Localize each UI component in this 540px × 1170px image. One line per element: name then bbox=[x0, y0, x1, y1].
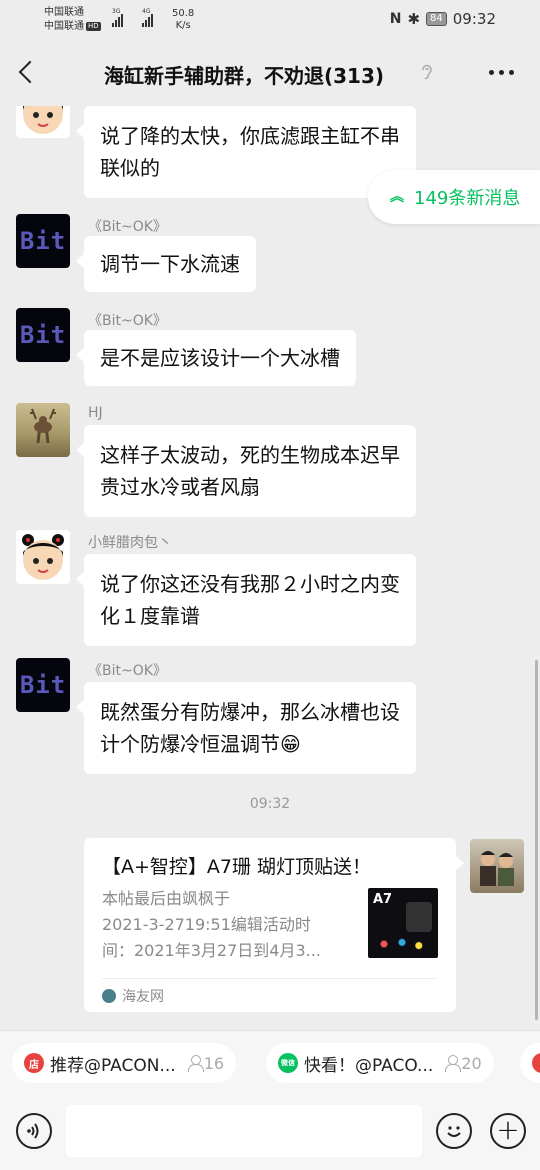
more-options-button[interactable] bbox=[489, 70, 514, 75]
message-bubble[interactable]: 调节一下水流速 bbox=[76, 236, 256, 292]
avatar[interactable] bbox=[16, 403, 70, 457]
link-card[interactable]: 【A+智控】A7珊 瑚灯顶贴送！ 本帖最后由飒枫于 2021-3-2719:51… bbox=[84, 838, 464, 1012]
message-line: 计个防爆冷恒温调节😁 bbox=[100, 732, 301, 756]
network-type-1: 3G bbox=[112, 8, 121, 15]
voice-icon bbox=[27, 1123, 39, 1139]
message-timestamp: 09:32 bbox=[249, 796, 291, 812]
message-line: 说了降的太快，你底滤跟主缸不串 bbox=[100, 124, 400, 148]
message-input[interactable] bbox=[66, 1105, 422, 1157]
back-button[interactable] bbox=[12, 58, 42, 88]
message-line: 联似的 bbox=[100, 156, 160, 180]
message-bubble[interactable]: 说了降的太快，你底滤跟主缸不串 联似的 bbox=[76, 106, 416, 198]
message-line: 说了你这还没有我那２小时之内变 bbox=[100, 572, 400, 596]
chip-label: 推荐@PACON... bbox=[50, 1055, 176, 1076]
speed-value: 50.8 bbox=[172, 8, 195, 19]
smiley-icon bbox=[447, 1126, 461, 1137]
message-line: 这样子太波动，死的生物成本迟早 bbox=[100, 443, 400, 467]
suggestion-chip[interactable]: 店 推荐@PACON... 16 bbox=[12, 1043, 237, 1083]
chat-area[interactable]: 说了降的太快，你底滤跟主缸不串 联似的 Bit 《Bit~OK》 调节一下水流速… bbox=[0, 106, 540, 1030]
avatar[interactable]: Bit bbox=[16, 214, 70, 268]
link-card-source: 海友网 bbox=[102, 986, 164, 1006]
signal-icon: 3G bbox=[112, 8, 123, 27]
count-value: 16 bbox=[203, 1053, 225, 1073]
sender-name: 《Bit~OK》 bbox=[88, 663, 167, 679]
wechat-icon: 微信 bbox=[278, 1053, 298, 1073]
avatar[interactable]: Bit bbox=[16, 658, 70, 712]
suggestion-chip[interactable]: 微信 快看！@PACO... 20 bbox=[266, 1043, 494, 1083]
carrier-2: 中国联通 bbox=[44, 21, 84, 32]
plus-icon: + bbox=[496, 1113, 520, 1146]
person-icon bbox=[187, 1055, 204, 1072]
voice-button[interactable] bbox=[16, 1113, 52, 1149]
network-type-2: 4G bbox=[142, 8, 151, 15]
message-line: 既然蛋分有防爆冲，那么冰槽也设 bbox=[100, 700, 400, 724]
person-icon bbox=[445, 1055, 462, 1072]
speed-unit: K/s bbox=[175, 20, 191, 31]
more-functions-button[interactable]: + bbox=[490, 1113, 526, 1149]
description-line: 2021-3-2719:51编辑活动时 bbox=[102, 915, 311, 934]
chat-header: 海缸新手辅助群，不劝退(313) bbox=[0, 40, 540, 106]
hd-badge: HD bbox=[86, 21, 101, 31]
ear-icon bbox=[420, 62, 434, 84]
bluetooth-icon: ✱ bbox=[407, 10, 421, 28]
chip-label: 快看！@PACO... bbox=[304, 1055, 434, 1076]
network-speed: 50.8 K/s bbox=[172, 8, 194, 32]
message-bubble[interactable]: 既然蛋分有防爆冲，那么冰槽也设 计个防爆冷恒温调节😁 bbox=[76, 682, 416, 774]
link-card-description: 本帖最后由飒枫于 2021-3-2719:51编辑活动时 间：2021年3月27… bbox=[102, 886, 348, 964]
source-name: 海友网 bbox=[122, 989, 164, 1005]
double-chevron-up-icon: ︽ bbox=[390, 189, 404, 205]
description-line: 本帖最后由飒枫于 bbox=[102, 889, 231, 908]
carrier-1: 中国联通 bbox=[44, 7, 84, 18]
message-bubble[interactable]: 这样子太波动，死的生物成本迟早 贵过水冷或者风扇 bbox=[76, 425, 416, 517]
scrollbar[interactable] bbox=[535, 660, 538, 1020]
new-messages-button[interactable]: ︽ 149条新消息 bbox=[368, 170, 540, 224]
message-bubble[interactable]: 说了你这还没有我那２小时之内变 化１度靠谱 bbox=[76, 554, 416, 646]
message-line: 贵过水冷或者风扇 bbox=[100, 475, 260, 499]
carrier-info: 中国联通 中国联通 HD bbox=[44, 6, 101, 34]
sender-name: HJ bbox=[88, 405, 103, 421]
input-bar: + bbox=[0, 1101, 540, 1161]
chat-title: 海缸新手辅助群，不劝退(313) bbox=[104, 64, 385, 88]
chip-count: 16 bbox=[187, 1053, 225, 1073]
status-time: 09:32 bbox=[452, 10, 496, 28]
link-card-thumbnail: A7 bbox=[368, 888, 438, 958]
avatar[interactable]: Bit bbox=[16, 308, 70, 362]
shop-icon: 店 bbox=[24, 1053, 44, 1073]
link-card-title: 【A+智控】A7珊 瑚灯顶贴送！ bbox=[102, 856, 372, 878]
count-value: 20 bbox=[461, 1053, 482, 1073]
new-messages-label: 149条新消息 bbox=[414, 188, 521, 209]
signal-icon: 4G bbox=[142, 8, 153, 27]
sender-name: 小鲜腊肉包丶 bbox=[88, 535, 172, 551]
source-logo-icon bbox=[102, 989, 116, 1003]
avatar[interactable] bbox=[16, 106, 70, 138]
divider bbox=[102, 978, 438, 979]
avatar[interactable] bbox=[16, 530, 70, 584]
bottom-panel: 店 推荐@PACON... 16 微信 快看！@PACO... 20 + bbox=[0, 1030, 540, 1170]
message-bubble[interactable]: 是不是应该设计一个大冰槽 bbox=[76, 330, 356, 386]
sender-name: 《Bit~OK》 bbox=[88, 219, 167, 235]
message-line: 是不是应该设计一个大冰槽 bbox=[100, 346, 340, 370]
emoji-button[interactable] bbox=[436, 1113, 472, 1149]
message-line: 化１度靠谱 bbox=[100, 604, 200, 628]
battery-icon: 84 bbox=[426, 12, 447, 26]
thumbnail-label: A7 bbox=[373, 892, 393, 907]
suggestion-chip[interactable] bbox=[520, 1043, 540, 1083]
nfc-icon: N bbox=[389, 11, 402, 27]
description-line: 间：2021年3月27日到4月3... bbox=[102, 941, 321, 960]
chip-count: 20 bbox=[445, 1053, 482, 1073]
self-avatar[interactable] bbox=[470, 839, 524, 893]
sender-name: 《Bit~OK》 bbox=[88, 313, 167, 329]
suggestion-chips: 店 推荐@PACON... 16 微信 快看！@PACO... 20 bbox=[0, 1039, 540, 1087]
status-bar: 中国联通 中国联通 HD 3G 4G 50.8 K/s N ✱ 84 09:32 bbox=[0, 0, 540, 40]
chip-icon bbox=[532, 1053, 540, 1073]
message-line: 调节一下水流速 bbox=[100, 252, 240, 276]
